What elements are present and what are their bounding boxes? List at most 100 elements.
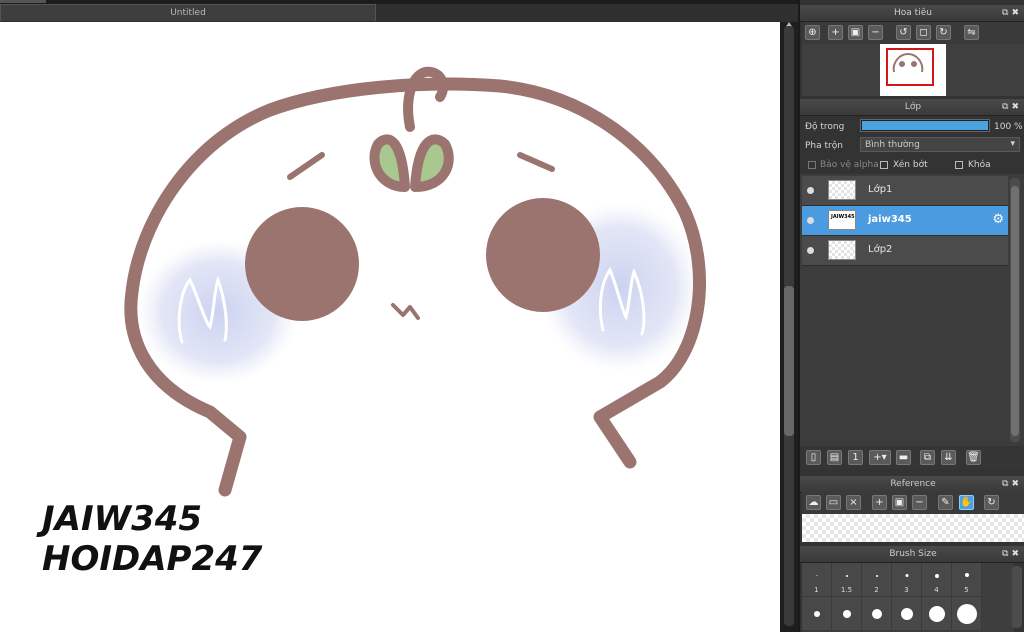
layer-thumbnail (828, 180, 856, 200)
navigator-toolbar: ⊕ + ▣ − ↺ ◻ ↻ ⇋ (802, 22, 1024, 44)
fit-window-icon[interactable]: ▣ (848, 25, 863, 40)
opacity-value: 100 % (994, 122, 1023, 132)
blend-mode-value: Bình thường (865, 140, 920, 150)
reference-header: Reference ⧉✖ (800, 476, 1024, 493)
zoom-out-icon[interactable]: − (868, 25, 883, 40)
brush-size-cell[interactable]: 4 (922, 563, 952, 597)
brush-dot (875, 575, 878, 577)
layers-window-controls[interactable]: ⧉✖ (1002, 99, 1022, 115)
canvas-vertical-scrollbar[interactable] (780, 22, 798, 632)
brush-dot (964, 573, 969, 577)
blend-mode-select[interactable]: Bình thường ▾ (860, 137, 1020, 152)
blend-label: Pha trộn (805, 141, 843, 151)
navigator-window-controls[interactable]: ⧉✖ (1002, 5, 1022, 21)
lock-checkbox[interactable] (955, 161, 963, 169)
brush-size-cell[interactable] (922, 597, 952, 631)
brush-dot (813, 611, 820, 617)
layer-name: Lớp1 (868, 184, 893, 195)
rotate-icon[interactable]: ↻ (984, 495, 999, 510)
protect-alpha-checkbox[interactable] (808, 161, 816, 169)
folder-icon[interactable]: ▬ (896, 450, 911, 465)
brush-dot (900, 608, 913, 620)
brush-size-value: 1.5 (840, 586, 853, 594)
brush-dot (871, 609, 882, 619)
brush-size-value: 4 (934, 586, 939, 594)
duplicate-layer-icon[interactable]: ⧉ (920, 450, 935, 465)
new-layer-icon[interactable]: ▯ (806, 450, 821, 465)
menu-tab-stub[interactable] (0, 0, 46, 3)
close-icon[interactable]: × (846, 495, 861, 510)
visibility-icon[interactable] (807, 217, 814, 224)
navigator-mini-art (892, 52, 924, 73)
layers-title: Lớp (904, 102, 922, 112)
layer-list-scrollbar[interactable] (1010, 178, 1020, 442)
side-panel: Hoa tiêu ⧉✖ ⊕ + ▣ − ↺ ◻ ↻ ⇋ Lớp ⧉✖ Độ tr… (798, 0, 1024, 632)
brush-size-cell[interactable]: 3 (892, 563, 922, 597)
layer-row-lop2[interactable]: Lớp2 (802, 236, 1008, 266)
brush-size-cell[interactable] (952, 597, 982, 631)
brush-size-scrollbar[interactable] (1012, 566, 1022, 628)
document-tab[interactable]: Untitled (0, 4, 376, 21)
brush-size-title: Brush Size (889, 549, 937, 559)
layer-name: jaiw345 (868, 214, 912, 225)
brush-size-cell[interactable] (802, 597, 832, 631)
layer-thumbnail: JAIW345 (828, 210, 856, 230)
protect-alpha-label: Bảo vệ alpha (820, 160, 879, 170)
brush-size-cell[interactable] (832, 597, 862, 631)
rotate-left-icon[interactable]: ↺ (896, 25, 911, 40)
brush-size-cell[interactable]: 1 (802, 563, 832, 597)
zoom-in-icon[interactable]: + (828, 25, 843, 40)
zoom-fit-icon[interactable]: ⊕ (805, 25, 820, 40)
opacity-slider[interactable] (860, 119, 990, 132)
delete-layer-icon[interactable]: 🗑 (966, 450, 981, 465)
clipping-label: Xén bớt (893, 160, 928, 170)
layer-row-jaiw345[interactable]: JAIW345 jaiw345 ⚙ (802, 206, 1008, 236)
gear-icon[interactable]: ⚙ (992, 212, 1004, 227)
leaf-right (410, 134, 454, 192)
new-1bit-layer-icon[interactable]: 1 (848, 450, 863, 465)
eyedropper-icon[interactable]: ✎ (938, 495, 953, 510)
rotate-right-icon[interactable]: ↻ (936, 25, 951, 40)
navigator-preview-area (802, 44, 1024, 96)
add-layer-menu-icon[interactable]: +▾ (869, 450, 891, 465)
brush-size-window-controls[interactable]: ⧉✖ (1002, 546, 1022, 562)
merge-layer-icon[interactable]: ⇊ (941, 450, 956, 465)
actual-size-icon[interactable]: ◻ (916, 25, 931, 40)
lock-label: Khóa (968, 160, 991, 170)
zoom-in-icon[interactable]: + (872, 495, 887, 510)
layer-scroll-thumb[interactable] (1011, 186, 1019, 436)
visibility-icon[interactable] (807, 187, 814, 194)
drawing-canvas[interactable]: JAIW345 HOIDAP247 (0, 22, 780, 632)
brush-size-cell[interactable] (862, 597, 892, 631)
visibility-icon[interactable] (807, 247, 814, 254)
brush-size-cell[interactable]: 2 (862, 563, 892, 597)
hand-icon[interactable]: ✋ (959, 495, 974, 510)
flip-icon[interactable]: ⇋ (964, 25, 979, 40)
reference-window-controls[interactable]: ⧉✖ (1002, 476, 1022, 492)
layer-row-lop1[interactable]: Lớp1 (802, 176, 1008, 206)
fit-window-icon[interactable]: ▣ (892, 495, 907, 510)
zoom-out-icon[interactable]: − (912, 495, 927, 510)
brush-size-cell[interactable]: 1.5 (832, 563, 862, 597)
layer-list: Lớp1 JAIW345 jaiw345 ⚙ Lớp2 (800, 174, 1024, 446)
canvas-caption-line1: JAIW345 (36, 499, 202, 539)
eye-right (486, 198, 600, 312)
scroll-thumb[interactable] (784, 286, 794, 436)
brush-size-cell[interactable]: 5 (952, 563, 982, 597)
layers-header: Lớp ⧉✖ (800, 99, 1024, 116)
canvas-caption-line2: HOIDAP247 (42, 539, 263, 579)
open-folder-icon[interactable]: ▭ (826, 495, 841, 510)
layer-toolbar: ▯ ▤ 1 +▾ ▬ ⧉ ⇊ 🗑 (802, 447, 1024, 469)
clipping-checkbox[interactable] (880, 161, 888, 169)
cloud-icon[interactable]: ☁ (806, 495, 821, 510)
reference-image-area[interactable] (802, 514, 1024, 542)
layer-thumbnail-text: JAIW345 (831, 214, 855, 220)
chevron-down-icon: ▾ (1010, 139, 1015, 149)
brush-size-value: 5 (964, 586, 969, 594)
navigator-thumbnail[interactable] (880, 44, 946, 96)
new-halftone-layer-icon[interactable]: ▤ (827, 450, 842, 465)
brow-right (517, 152, 555, 172)
brush-size-grid: 1 1.5 2 3 4 5 (802, 563, 1014, 632)
brush-size-cell[interactable] (892, 597, 922, 631)
brow-left (287, 152, 325, 180)
